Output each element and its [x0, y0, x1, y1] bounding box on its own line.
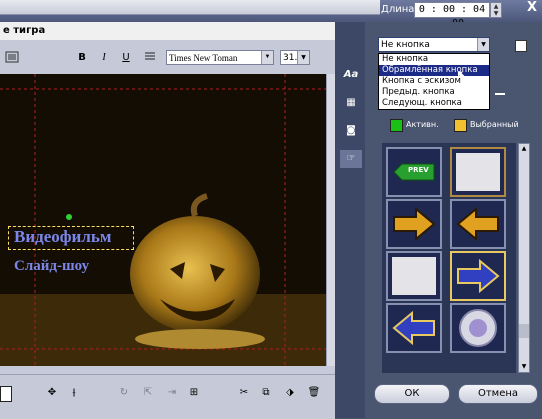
- button-style-grid: PREV: [382, 143, 516, 373]
- bold-button[interactable]: B: [74, 50, 90, 66]
- arrow-right-style[interactable]: [386, 199, 442, 249]
- underline-button[interactable]: U: [118, 50, 134, 66]
- rotate-icon[interactable]: ↻: [116, 385, 132, 401]
- title-line-2[interactable]: Слайд-шоу: [14, 258, 89, 275]
- close-button[interactable]: X: [522, 0, 542, 16]
- copy-icon[interactable]: ⧉: [258, 385, 274, 401]
- panel-title: е тигра: [3, 25, 46, 36]
- mouse-cursor-icon: ⬉: [456, 68, 468, 84]
- arrow-left-style[interactable]: [450, 199, 506, 249]
- selected-label: Выбранный: [470, 120, 519, 129]
- scroll-down-icon[interactable]: ▼: [519, 362, 529, 372]
- font-size-value: 31.: [283, 53, 298, 63]
- delete-icon[interactable]: 🗑: [306, 385, 322, 401]
- tab-text-style[interactable]: Aa: [340, 66, 362, 84]
- font-size-select[interactable]: 31. ▼: [280, 50, 310, 65]
- video-preview[interactable]: Видеофильм Слайд-шоу: [0, 74, 326, 366]
- grid-icon[interactable]: ⊞: [186, 385, 202, 401]
- highlight-colors: Активн. Выбранный: [378, 115, 519, 137]
- round-button-style[interactable]: [450, 303, 506, 353]
- cancel-button[interactable]: Отмена: [458, 384, 538, 404]
- button-type-dropdown: Не кнопка Обрамлённая кнопка Кнопка с эс…: [378, 53, 490, 110]
- scroll-up-icon[interactable]: ▲: [519, 144, 529, 154]
- move-icon[interactable]: ✥: [44, 385, 60, 401]
- button-type-select[interactable]: Не кнопка ▼: [378, 37, 490, 52]
- active-label: Активн.: [406, 120, 439, 129]
- italic-button[interactable]: I: [96, 50, 112, 66]
- justify-icon[interactable]: ⇥: [164, 385, 180, 401]
- styles-scrollbar[interactable]: ▲ ▼: [518, 143, 530, 373]
- title-line-1[interactable]: Видеофильм: [14, 227, 111, 247]
- option-checkbox[interactable]: [515, 40, 527, 52]
- button-type-value: Не кнопка: [381, 40, 430, 50]
- dropdown-option[interactable]: Обрамлённая кнопка: [379, 65, 489, 76]
- paste-icon[interactable]: ⬗: [282, 385, 298, 401]
- framed-button-style[interactable]: [450, 147, 506, 197]
- selected-color-swatch[interactable]: [454, 119, 467, 132]
- scroll-thumb[interactable]: [519, 324, 529, 338]
- frame-icon[interactable]: [0, 386, 12, 402]
- cut-icon[interactable]: ✂: [236, 385, 252, 401]
- dropdown-option[interactable]: Предыд. кнопка: [379, 87, 489, 98]
- font-family-value: Times New Toman: [169, 53, 238, 63]
- tab-buttons[interactable]: ☞: [340, 150, 362, 168]
- duration-spinner[interactable]: ▲ ▼: [490, 2, 502, 18]
- font-family-select[interactable]: Times New Toman ▼: [166, 50, 274, 65]
- align-center-icon[interactable]: ⫲: [66, 385, 82, 401]
- prev-label: PREV: [408, 166, 429, 174]
- active-color-swatch[interactable]: [390, 119, 403, 132]
- chevron-down-icon: ▼: [261, 51, 273, 64]
- text-list-icon[interactable]: [4, 50, 20, 66]
- chevron-down-icon: ▼: [477, 38, 489, 51]
- chevron-down-icon: ▼: [297, 51, 309, 64]
- ok-button[interactable]: ОК: [374, 384, 450, 404]
- dash-icon: [495, 93, 505, 95]
- title-bar: [0, 22, 335, 41]
- tab-background[interactable]: ▦: [340, 94, 362, 112]
- dropdown-option[interactable]: Следующ. кнопка: [379, 98, 489, 109]
- duration-field[interactable]: 0 : 00 : 04 . 00: [414, 2, 490, 29]
- arrow-right-blue-style[interactable]: [450, 251, 506, 301]
- dropdown-option[interactable]: Не кнопка: [379, 54, 489, 65]
- rotate-handle[interactable]: [66, 214, 72, 220]
- resize-icon[interactable]: ⇱: [140, 385, 156, 401]
- pumpkin-image: [0, 74, 326, 366]
- tab-effects[interactable]: ◙: [340, 122, 362, 140]
- align-icon[interactable]: [142, 50, 158, 66]
- prev-button-style[interactable]: PREV: [386, 147, 442, 197]
- arrow-left-blue-style[interactable]: [386, 303, 442, 353]
- plain-button-style[interactable]: [386, 251, 442, 301]
- timeline-strip[interactable]: [0, 0, 380, 15]
- dropdown-option[interactable]: Кнопка с эскизом: [379, 76, 489, 87]
- duration-label: Длина:: [381, 4, 418, 15]
